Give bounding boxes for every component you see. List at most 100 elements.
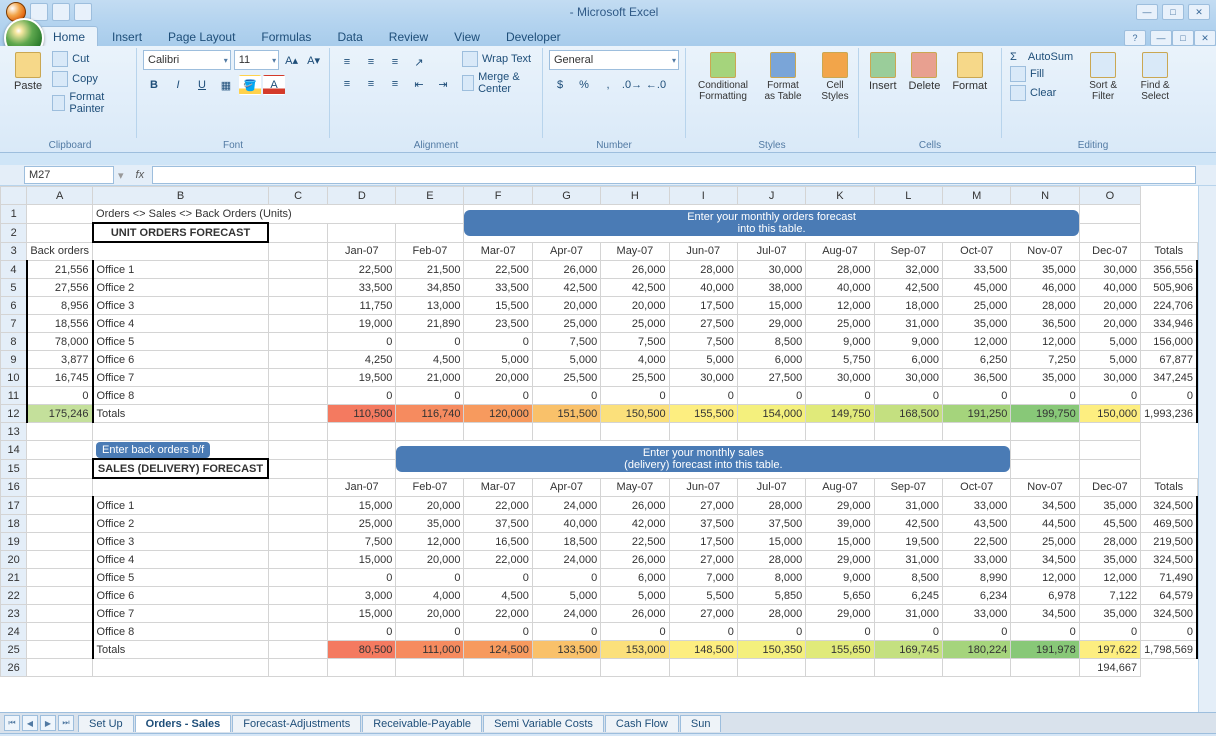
row-header[interactable]: 11 bbox=[1, 387, 27, 405]
cell[interactable]: 30,000 bbox=[1079, 369, 1140, 387]
row-header[interactable]: 2 bbox=[1, 223, 27, 242]
align-bottom-button[interactable]: ≡ bbox=[384, 52, 406, 72]
cell[interactable]: 7,250 bbox=[1011, 351, 1079, 369]
cell[interactable]: 153,000 bbox=[601, 641, 669, 659]
cell[interactable]: UNIT ORDERS FORECAST bbox=[93, 223, 269, 242]
cell[interactable]: 150,500 bbox=[601, 405, 669, 423]
doc-minimize-button[interactable]: — bbox=[1150, 30, 1172, 46]
cell[interactable] bbox=[27, 223, 93, 242]
cell[interactable]: 26,000 bbox=[601, 605, 669, 623]
cell[interactable]: 29,000 bbox=[806, 551, 874, 569]
cell[interactable]: 42,500 bbox=[874, 279, 942, 297]
cell[interactable] bbox=[268, 333, 327, 351]
cell[interactable] bbox=[874, 423, 942, 441]
cell[interactable] bbox=[268, 441, 327, 460]
cell[interactable] bbox=[328, 441, 396, 460]
cell[interactable]: Office 8 bbox=[93, 623, 269, 641]
cell[interactable]: 9,000 bbox=[806, 569, 874, 587]
format-cells-button[interactable]: Format bbox=[948, 50, 991, 94]
border-button[interactable]: ▦ bbox=[215, 75, 237, 95]
cell[interactable]: Back orders bbox=[27, 242, 93, 261]
cell[interactable]: 0 bbox=[874, 387, 942, 405]
cell[interactable]: 28,000 bbox=[669, 261, 737, 279]
cell[interactable]: 4,000 bbox=[396, 587, 464, 605]
cell[interactable]: 21,000 bbox=[396, 369, 464, 387]
fx-icon[interactable]: fx bbox=[136, 169, 145, 181]
cell[interactable]: 1,798,569 bbox=[1141, 641, 1197, 659]
row-header[interactable]: 21 bbox=[1, 569, 27, 587]
decrease-indent-button[interactable]: ⇤ bbox=[408, 74, 430, 94]
align-middle-button[interactable]: ≡ bbox=[360, 52, 382, 72]
cell[interactable]: 8,956 bbox=[27, 297, 93, 315]
doc-restore-button[interactable]: □ bbox=[1172, 30, 1194, 46]
cell[interactable]: 15,000 bbox=[328, 551, 396, 569]
row-header[interactable]: 16 bbox=[1, 478, 27, 497]
cell[interactable]: 25,000 bbox=[532, 315, 600, 333]
row-header[interactable]: 5 bbox=[1, 279, 27, 297]
cell[interactable]: Aug-07 bbox=[806, 478, 874, 497]
cell[interactable]: 7,122 bbox=[1079, 587, 1140, 605]
cell[interactable]: 31,000 bbox=[874, 315, 942, 333]
cell[interactable]: 23,500 bbox=[464, 315, 532, 333]
row-header[interactable]: 6 bbox=[1, 297, 27, 315]
row-header[interactable]: 17 bbox=[1, 497, 27, 515]
cell[interactable]: 0 bbox=[737, 387, 805, 405]
cell[interactable]: 156,000 bbox=[1141, 333, 1197, 351]
cell[interactable] bbox=[1079, 441, 1140, 460]
row-header[interactable]: 22 bbox=[1, 587, 27, 605]
cell[interactable]: 169,745 bbox=[874, 641, 942, 659]
col-header[interactable]: M bbox=[943, 187, 1011, 205]
bold-button[interactable]: B bbox=[143, 75, 165, 95]
row-header[interactable]: 19 bbox=[1, 533, 27, 551]
cell[interactable]: 33,000 bbox=[943, 605, 1011, 623]
cell[interactable]: 21,500 bbox=[396, 261, 464, 279]
cell[interactable]: 34,850 bbox=[396, 279, 464, 297]
cell[interactable]: Orders <> Sales <> Back Orders (Units) bbox=[93, 205, 464, 224]
cell[interactable]: 5,650 bbox=[806, 587, 874, 605]
cell[interactable]: 191,978 bbox=[1011, 641, 1079, 659]
find-select-button[interactable]: Find & Select bbox=[1131, 50, 1179, 104]
cell[interactable]: 324,500 bbox=[1141, 551, 1197, 569]
cell[interactable]: 6,234 bbox=[943, 587, 1011, 605]
cell[interactable]: Apr-07 bbox=[532, 242, 600, 261]
cell[interactable] bbox=[943, 659, 1011, 677]
cell[interactable]: 0 bbox=[669, 623, 737, 641]
italic-button[interactable]: I bbox=[167, 75, 189, 95]
cell[interactable]: 34,500 bbox=[1011, 497, 1079, 515]
cell[interactable]: 42,500 bbox=[601, 279, 669, 297]
cell[interactable]: 40,000 bbox=[532, 515, 600, 533]
cell[interactable]: 150,000 bbox=[1079, 405, 1140, 423]
formula-bar[interactable] bbox=[152, 166, 1196, 184]
cell[interactable] bbox=[268, 387, 327, 405]
row-header[interactable]: 7 bbox=[1, 315, 27, 333]
cell[interactable]: 26,000 bbox=[601, 497, 669, 515]
cell[interactable]: 149,750 bbox=[806, 405, 874, 423]
cell[interactable] bbox=[1079, 205, 1140, 224]
cell[interactable] bbox=[27, 533, 93, 551]
currency-button[interactable]: $ bbox=[549, 75, 571, 95]
cell[interactable]: 35,000 bbox=[396, 515, 464, 533]
copy-button[interactable]: Copy bbox=[50, 70, 130, 88]
cell[interactable]: 6,000 bbox=[601, 569, 669, 587]
cell[interactable]: 35,000 bbox=[1011, 369, 1079, 387]
cell[interactable]: 116,740 bbox=[396, 405, 464, 423]
tab-formulas[interactable]: Formulas bbox=[249, 27, 323, 46]
cell[interactable]: 199,750 bbox=[1011, 405, 1079, 423]
cell[interactable]: 36,500 bbox=[1011, 315, 1079, 333]
cell[interactable]: 22,000 bbox=[464, 605, 532, 623]
cell[interactable]: 5,000 bbox=[532, 587, 600, 605]
cell[interactable]: 148,500 bbox=[669, 641, 737, 659]
cell[interactable]: 20,000 bbox=[1079, 297, 1140, 315]
cell[interactable]: 28,000 bbox=[1011, 297, 1079, 315]
cell[interactable]: 33,500 bbox=[328, 279, 396, 297]
cell[interactable]: 26,000 bbox=[601, 551, 669, 569]
cell[interactable]: 31,000 bbox=[874, 497, 942, 515]
cell[interactable]: Dec-07 bbox=[1079, 242, 1140, 261]
cell[interactable]: 224,706 bbox=[1141, 297, 1197, 315]
cell[interactable]: 180,224 bbox=[943, 641, 1011, 659]
cell[interactable]: 0 bbox=[328, 387, 396, 405]
cell[interactable]: 30,000 bbox=[669, 369, 737, 387]
cell[interactable]: 5,000 bbox=[669, 351, 737, 369]
cell[interactable]: 0 bbox=[1079, 623, 1140, 641]
cell[interactable]: 0 bbox=[601, 623, 669, 641]
